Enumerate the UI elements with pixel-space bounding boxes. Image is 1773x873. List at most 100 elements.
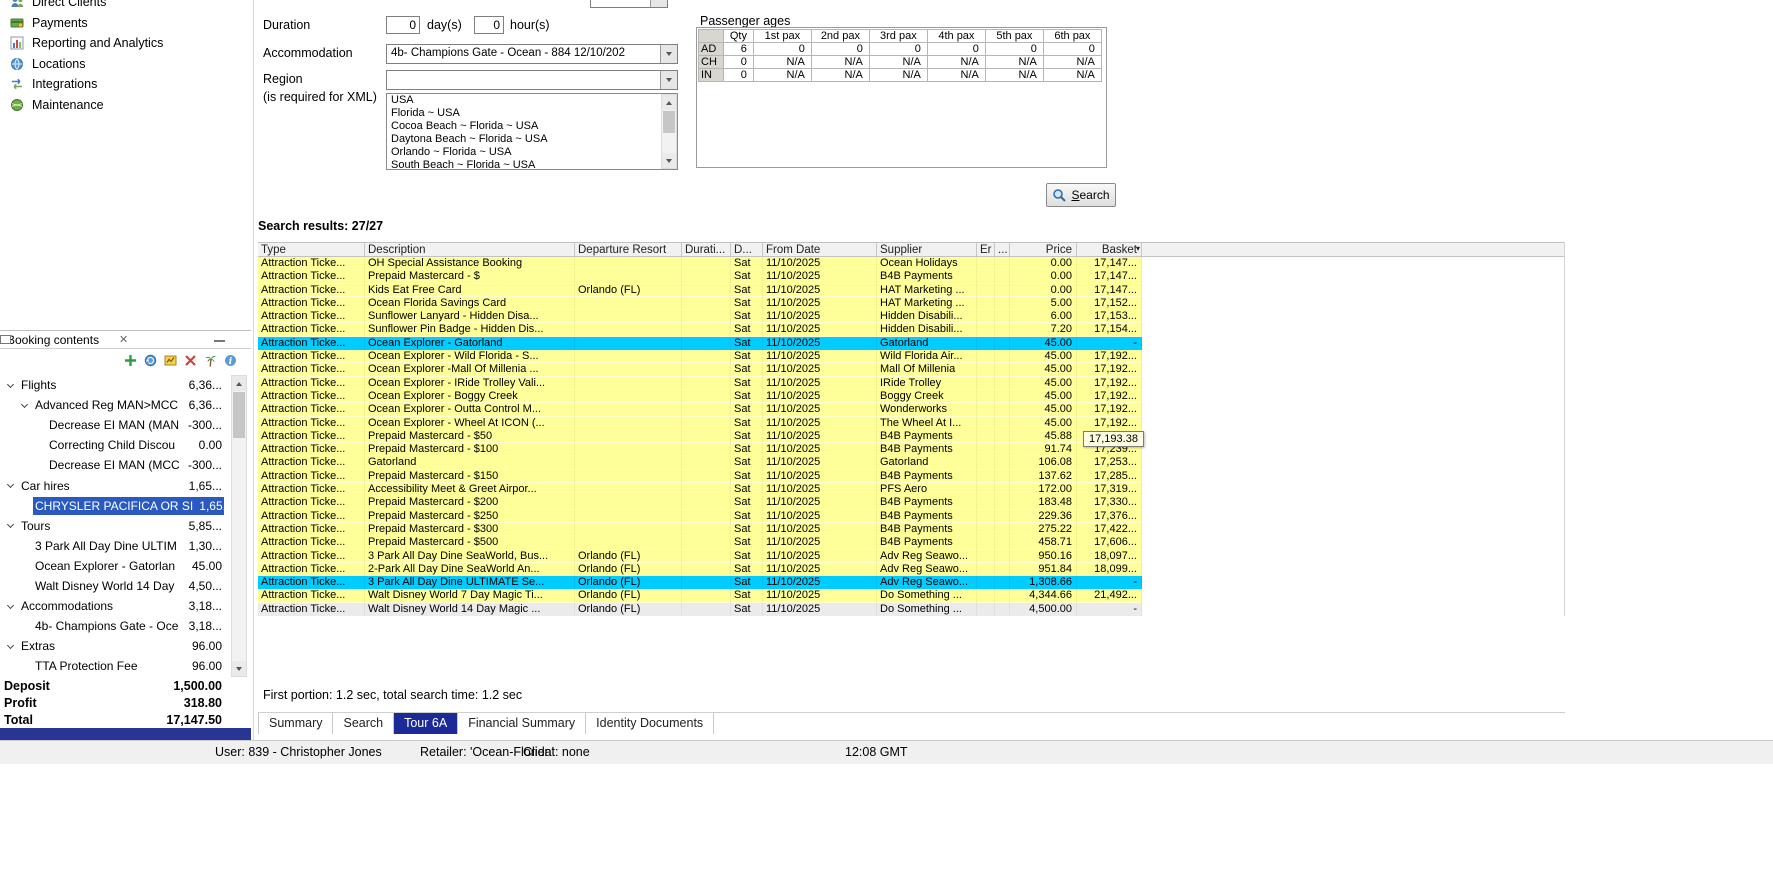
chevron-down-icon[interactable] bbox=[660, 71, 677, 89]
region-option-usa[interactable]: USA bbox=[387, 94, 677, 107]
region-option-florida-usa[interactable]: Florida ~ USA bbox=[387, 107, 677, 120]
tree-item-chrysler-pacifica-or-si[interactable]: CHRYSLER PACIFICA OR SI 1,65... bbox=[0, 496, 230, 516]
result-row[interactable]: Attraction Ticke... Prepaid Mastercard - … bbox=[258, 443, 1142, 457]
result-row[interactable]: Attraction Ticke... Ocean Explorer - IRid… bbox=[258, 376, 1142, 390]
result-row[interactable]: Attraction Ticke... Ocean Explorer - Bogg… bbox=[258, 389, 1142, 404]
result-row[interactable]: Attraction Ticke... Kids Eat Free Card Orl… bbox=[258, 283, 1142, 297]
pax-value-cell[interactable]: 0 bbox=[926, 42, 986, 56]
column-header-supplier[interactable]: Supplier bbox=[877, 243, 977, 256]
add-icon[interactable] bbox=[124, 354, 137, 367]
result-row[interactable]: Attraction Ticke... Ocean Explorer - Gato… bbox=[258, 336, 1142, 351]
result-row[interactable]: Attraction Ticke... 2-Park All Day Dine S… bbox=[258, 562, 1142, 577]
collapse-panel-icon[interactable] bbox=[214, 339, 225, 342]
chevron-down-icon[interactable] bbox=[20, 400, 29, 408]
scroll-up-icon[interactable] bbox=[232, 376, 246, 391]
pax-value-cell[interactable]: 0 bbox=[1042, 42, 1102, 56]
sidebar-item-maintenance[interactable]: Maintenance bbox=[0, 95, 250, 116]
region-scrollbar[interactable] bbox=[661, 94, 677, 169]
sidebar-item-integrations[interactable]: Integrations bbox=[0, 74, 250, 95]
close-icon[interactable]: ✕ bbox=[119, 333, 128, 346]
column-header-durati[interactable]: Durati... bbox=[682, 243, 731, 256]
result-row[interactable]: Attraction Ticke... Gatorland Sat 11/10/202… bbox=[258, 456, 1142, 470]
region-option-orlando-florida-usa[interactable]: Orlando ~ Florida ~ USA bbox=[387, 146, 677, 159]
column-header-description[interactable]: Description bbox=[365, 243, 575, 256]
column-header-basket[interactable]: Basket ▾ bbox=[1077, 243, 1142, 256]
result-row[interactable]: Attraction Ticke... Prepaid Mastercard - … bbox=[258, 509, 1142, 523]
result-row[interactable]: Attraction Ticke... 3 Park All Day Dine S… bbox=[258, 549, 1142, 563]
cropped-combo[interactable] bbox=[590, 0, 668, 8]
pax-value-cell[interactable]: N/A bbox=[868, 55, 928, 69]
sidebar-item-reporting-and-analytics[interactable]: Reporting and Analytics bbox=[0, 33, 250, 54]
chevron-down-icon[interactable] bbox=[6, 641, 15, 649]
tab-tour-6a[interactable]: Tour 6A bbox=[394, 713, 459, 734]
search-button[interactable]: Search bbox=[1046, 183, 1116, 207]
result-row[interactable]: Attraction Ticke... Ocean Explorer - Wild… bbox=[258, 350, 1142, 364]
scroll-up-icon[interactable] bbox=[662, 95, 676, 110]
result-row[interactable]: Attraction Ticke... Prepaid Mastercard - … bbox=[258, 522, 1142, 537]
chevron-down-icon[interactable] bbox=[6, 380, 15, 388]
result-row[interactable]: Attraction Ticke... Walt Disney World 7 D… bbox=[258, 589, 1142, 603]
pax-value-cell[interactable]: N/A bbox=[810, 68, 870, 82]
pax-value-cell[interactable]: N/A bbox=[984, 68, 1044, 82]
pax-value-cell[interactable]: 0 bbox=[868, 42, 928, 56]
column-header-price[interactable]: Price bbox=[1010, 243, 1077, 256]
scroll-thumb[interactable] bbox=[233, 392, 245, 438]
tree-item-tta-protection-fee[interactable]: TTA Protection Fee 96.00 bbox=[0, 656, 230, 676]
column-header-type[interactable]: Type bbox=[258, 243, 365, 256]
scroll-down-icon[interactable] bbox=[662, 153, 676, 168]
region-option-daytona-beach-florida-usa[interactable]: Daytona Beach ~ Florida ~ USA bbox=[387, 133, 677, 146]
delete-icon[interactable] bbox=[184, 354, 197, 367]
pax-value-cell[interactable]: N/A bbox=[926, 68, 986, 82]
tree-item-decrease-ei-man-mcc[interactable]: Decrease EI MAN (MCC -300... bbox=[0, 455, 230, 475]
tab-identity-documents[interactable]: Identity Documents bbox=[586, 713, 715, 734]
result-row[interactable]: Attraction Ticke... Sunflower Lanyard - H… bbox=[258, 310, 1142, 324]
pax-value-cell[interactable]: N/A bbox=[926, 55, 986, 69]
scroll-down-icon[interactable] bbox=[232, 661, 246, 676]
sidebar-item-locations[interactable]: Locations bbox=[0, 54, 250, 75]
tab-summary[interactable]: Summary bbox=[258, 713, 334, 734]
tree-item-flights[interactable]: Flights 6,36... bbox=[0, 375, 230, 395]
info-icon[interactable]: i bbox=[224, 354, 237, 367]
result-row[interactable]: Attraction Ticke... OH Special Assistance… bbox=[258, 257, 1142, 271]
pax-value-cell[interactable]: 0 bbox=[810, 42, 870, 56]
pax-value-cell[interactable]: 0 bbox=[752, 42, 812, 56]
result-row[interactable]: Attraction Ticke... Prepaid Mastercard - … bbox=[258, 429, 1142, 444]
duration-days-input[interactable] bbox=[386, 16, 420, 34]
tree-item-3-park-all-day-dine-ultim[interactable]: 3 Park All Day Dine ULTIM 1,30... bbox=[0, 536, 230, 556]
float-panel-icon[interactable] bbox=[0, 335, 11, 344]
tree-item-advanced-reg-man-mcc[interactable]: Advanced Reg MAN>MCC 6,36... bbox=[0, 395, 230, 415]
result-row[interactable]: Attraction Ticke... Prepaid Mastercard - … bbox=[258, 496, 1142, 510]
chevron-down-icon[interactable] bbox=[650, 0, 667, 7]
holiday-icon[interactable] bbox=[204, 354, 217, 367]
column-header-d[interactable]: D... bbox=[731, 243, 763, 256]
tree-item-car-hires[interactable]: Car hires 1,65... bbox=[0, 475, 230, 495]
pax-value-cell[interactable]: N/A bbox=[752, 55, 812, 69]
pax-value-cell[interactable]: 0 bbox=[722, 55, 754, 69]
tree-item-correcting-child-discou[interactable]: Correcting Child Discou 0.00 bbox=[0, 435, 230, 455]
column-header-departure-resort[interactable]: Departure Resort bbox=[575, 243, 682, 256]
pax-value-cell[interactable]: 0 bbox=[984, 42, 1044, 56]
pax-value-cell[interactable]: N/A bbox=[1042, 55, 1102, 69]
result-row[interactable]: Attraction Ticke... Walt Disney World 14 … bbox=[258, 602, 1142, 617]
result-row[interactable]: Attraction Ticke... 3 Park All Day Dine U… bbox=[258, 576, 1142, 590]
markup-icon[interactable] bbox=[164, 354, 177, 367]
scroll-thumb[interactable] bbox=[663, 111, 675, 133]
column-header-x[interactable]: ... bbox=[995, 243, 1010, 256]
tree-item-4b-champions-gate-oce[interactable]: 4b- Champions Gate - Oce 3,18... bbox=[0, 616, 230, 636]
chevron-down-icon[interactable] bbox=[6, 480, 15, 489]
region-select[interactable] bbox=[386, 70, 678, 90]
tab-financial-summary[interactable]: Financial Summary bbox=[458, 713, 587, 734]
sidebar-item-payments[interactable]: Payments bbox=[0, 13, 250, 34]
result-row[interactable]: Attraction Ticke... Accessibility Meet & … bbox=[258, 483, 1142, 497]
pax-value-cell[interactable]: N/A bbox=[1042, 68, 1102, 82]
region-option-cocoa-beach-florida-usa[interactable]: Cocoa Beach ~ Florida ~ USA bbox=[387, 120, 677, 133]
pax-value-cell[interactable]: N/A bbox=[810, 55, 870, 69]
tree-item-walt-disney-world-14-day[interactable]: Walt Disney World 14 Day 4,50... bbox=[0, 576, 230, 596]
pax-value-cell[interactable]: 6 bbox=[722, 42, 754, 56]
tree-item-accommodations[interactable]: Accommodations 3,18... bbox=[0, 596, 230, 616]
chevron-down-icon[interactable] bbox=[6, 601, 15, 609]
tree-item-decrease-ei-man-man[interactable]: Decrease EI MAN (MAN -300... bbox=[0, 415, 230, 435]
column-header-er[interactable]: Er bbox=[977, 243, 995, 256]
pax-value-cell[interactable]: 0 bbox=[722, 68, 754, 82]
region-option-south-beach-florida-usa[interactable]: South Beach ~ Florida ~ USA bbox=[387, 159, 677, 169]
